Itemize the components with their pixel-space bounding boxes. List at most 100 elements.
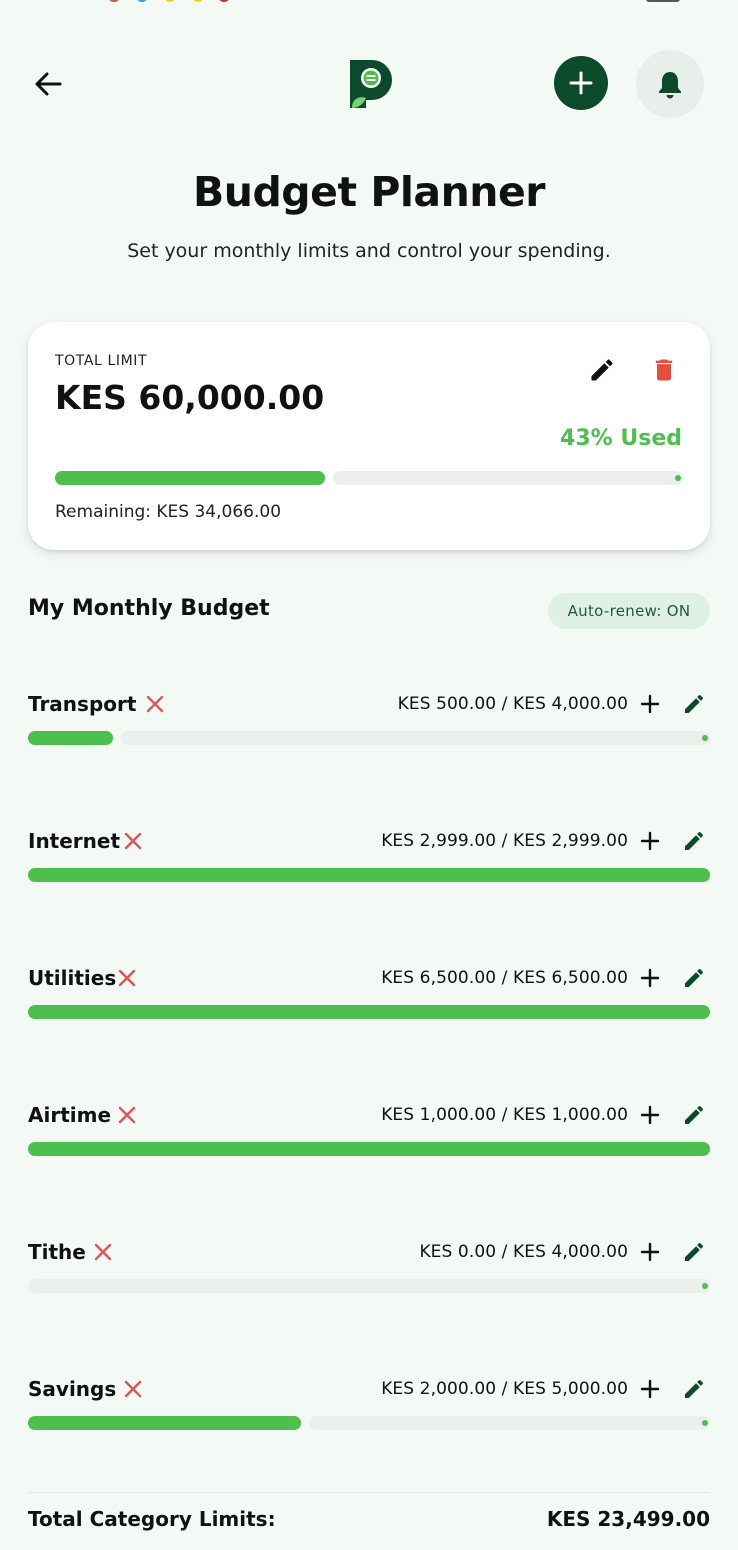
app-logo [348, 58, 392, 110]
category-progress [28, 1416, 710, 1430]
plus-icon [640, 1242, 660, 1262]
progress-fill [28, 1005, 710, 1019]
remove-category-button[interactable] [118, 1106, 136, 1124]
category-amounts: KES 6,500.00 / KES 6,500.00 [381, 968, 628, 988]
edit-category-button[interactable] [682, 1240, 706, 1264]
plus-icon [640, 1379, 660, 1399]
bell-icon [659, 72, 681, 99]
total-limit-label: TOTAL LIMIT [55, 353, 148, 369]
status-notification-icon [218, 0, 230, 2]
plus-icon [640, 694, 660, 714]
remove-category-button[interactable] [94, 1243, 112, 1261]
progress-fill [28, 731, 113, 745]
pencil-icon [685, 1379, 704, 1398]
edit-category-button[interactable] [682, 829, 706, 853]
pencil-icon [685, 831, 704, 850]
notifications-button[interactable] [636, 50, 704, 118]
remove-category-button[interactable] [124, 1380, 142, 1398]
progress-end-dot [675, 475, 681, 481]
progress-fill [55, 471, 325, 485]
category-progress [28, 868, 710, 882]
back-button[interactable] [28, 64, 68, 104]
plus-icon [640, 1105, 660, 1125]
progress-track [28, 1279, 710, 1293]
pencil-icon [685, 968, 704, 987]
progress-track [333, 471, 683, 485]
budget-category-row: Internet KES 2,999.00 / KES 2,999.00 [28, 827, 710, 907]
add-expense-button[interactable] [638, 829, 662, 853]
status-notification-icon [164, 0, 176, 2]
category-progress [28, 731, 710, 745]
pencil-icon [685, 694, 704, 713]
add-expense-button[interactable] [638, 1103, 662, 1127]
category-name: Savings [28, 1377, 117, 1401]
edit-total-limit-button[interactable] [588, 356, 616, 384]
arrow-left-icon [35, 72, 62, 96]
pencil-icon [591, 359, 613, 381]
edit-category-button[interactable] [682, 966, 706, 990]
progress-fill [28, 1416, 301, 1430]
plus-icon [569, 71, 593, 95]
progress-end-dot [702, 1420, 708, 1426]
pencil-icon [685, 1242, 704, 1261]
category-progress [28, 1005, 710, 1019]
add-budget-button[interactable] [554, 56, 608, 110]
category-amounts: KES 2,000.00 / KES 5,000.00 [381, 1379, 628, 1399]
close-icon [124, 832, 142, 850]
progress-track [309, 1416, 710, 1430]
category-progress [28, 1279, 710, 1293]
battery-icon [646, 0, 680, 2]
status-notification-icon [108, 0, 120, 2]
close-icon [124, 1380, 142, 1398]
category-name: Utilities [28, 966, 117, 990]
total-category-limits-value: KES 23,499.00 [546, 1507, 710, 1531]
status-notification-icon [192, 0, 204, 2]
progress-fill [28, 1142, 710, 1156]
edit-category-button[interactable] [682, 1103, 706, 1127]
total-limit-amount: KES 60,000.00 [55, 378, 325, 417]
pencil-icon [685, 1105, 704, 1124]
close-icon [118, 1106, 136, 1124]
plus-icon [640, 968, 660, 988]
total-limit-progress [55, 471, 683, 485]
status-notification-icon [136, 0, 148, 2]
budget-category-row: Utilities KES 6,500.00 / KES 6,500.00 [28, 964, 710, 1044]
category-name: Transport [28, 692, 137, 716]
category-amounts: KES 2,999.00 / KES 2,999.00 [381, 831, 628, 851]
edit-category-button[interactable] [682, 692, 706, 716]
delete-total-limit-button[interactable] [650, 356, 678, 384]
close-icon [118, 969, 136, 987]
category-progress [28, 1142, 710, 1156]
remove-category-button[interactable] [124, 832, 142, 850]
trash-icon [655, 359, 673, 381]
plus-icon [640, 831, 660, 851]
category-name: Internet [28, 829, 121, 853]
add-expense-button[interactable] [638, 1240, 662, 1264]
page-subtitle: Set your monthly limits and control your… [127, 240, 611, 262]
progress-fill [28, 868, 710, 882]
progress-track [121, 731, 710, 745]
budget-category-row: Tithe KES 0.00 / KES 4,000.00 [28, 1238, 710, 1318]
add-expense-button[interactable] [638, 1377, 662, 1401]
remove-category-button[interactable] [146, 695, 164, 713]
progress-end-dot [702, 735, 708, 741]
add-expense-button[interactable] [638, 692, 662, 716]
remove-category-button[interactable] [118, 969, 136, 987]
close-icon [146, 695, 164, 713]
category-amounts: KES 0.00 / KES 4,000.00 [419, 1242, 628, 1262]
p-leaf-logo-icon [350, 60, 392, 108]
section-title: My Monthly Budget [28, 596, 270, 621]
category-name: Tithe [28, 1240, 86, 1264]
auto-renew-badge[interactable]: Auto-renew: ON [548, 593, 710, 629]
remaining-amount: Remaining: KES 34,066.00 [55, 502, 282, 522]
category-name: Airtime [28, 1103, 112, 1127]
budget-planner-screen: Budget Planner Set your monthly limits a… [0, 0, 738, 1550]
category-amounts: KES 500.00 / KES 4,000.00 [397, 694, 628, 714]
edit-category-button[interactable] [682, 1377, 706, 1401]
progress-end-dot [702, 1283, 708, 1289]
status-bar [0, 0, 738, 4]
divider [28, 1492, 710, 1493]
add-expense-button[interactable] [638, 966, 662, 990]
category-amounts: KES 1,000.00 / KES 1,000.00 [381, 1105, 628, 1125]
budget-category-row: Transport KES 500.00 / KES 4,000.00 [28, 690, 710, 770]
